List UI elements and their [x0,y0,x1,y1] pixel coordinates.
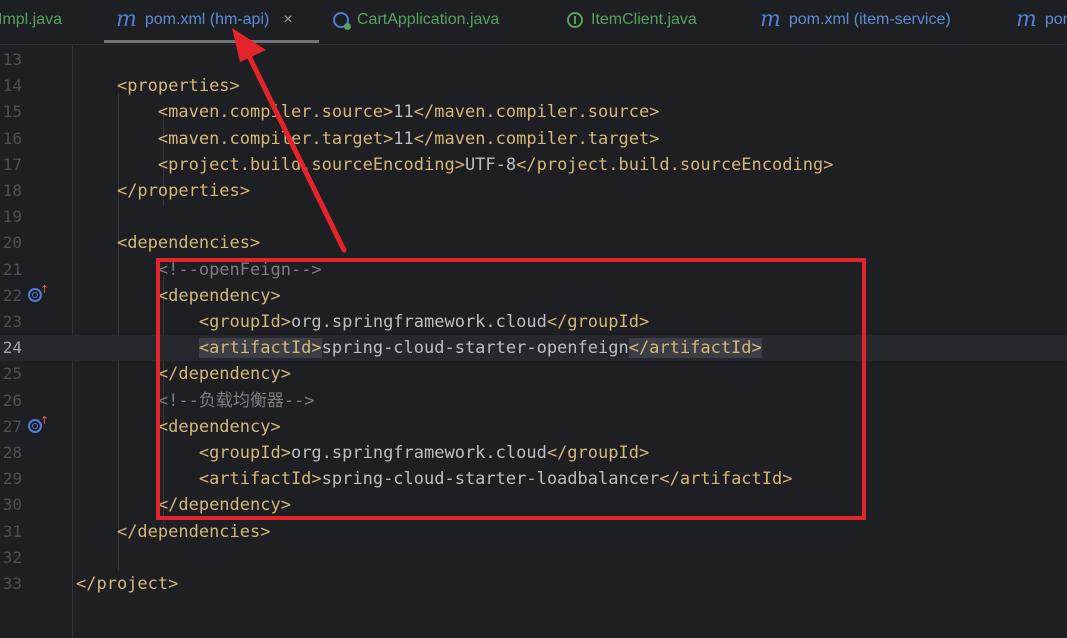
active-tab-indicator [104,40,319,43]
line-number: 25 [2,364,22,384]
code-text: <artifactId>spring-cloud-starter-openfei… [198,338,762,359]
tab-label: pom.xml (hm-api) [144,11,270,28]
tab-label: CartApplication.java [357,11,500,28]
tab-pom-overflow[interactable]: m pom [1016,0,1067,40]
editor-tab-bar: Impl.java m pom.xml (hm-api) × CartAppli… [0,0,1067,45]
maven-icon: m [1016,7,1037,32]
code-text: <dependency> [157,416,281,437]
tab-label: pom.xml (item-service) [788,11,951,28]
code-line[interactable]: 29 <artifactId>spring-cloud-starter-load… [0,466,1067,492]
code-line[interactable]: 22 ↑ <dependency> [0,283,1067,309]
line-number: 29 [2,469,22,489]
code-line[interactable]: 21 <!--openFeign--> [0,257,1067,283]
tab-impl-java[interactable]: Impl.java [0,0,62,40]
code-text: </dependencies> [116,521,271,542]
up-arrow-icon: ↑ [40,413,50,427]
code-line[interactable]: 13 [0,47,1067,73]
class-icon [333,12,351,30]
line-number: 21 [2,259,22,279]
code-line[interactable]: 24 <artifactId>spring-cloud-starter-open… [0,335,1067,362]
code-text: <groupId>org.springframework.cloud</grou… [198,312,650,332]
line-number: 31 [2,521,22,541]
line-number: 28 [2,443,22,462]
code-line[interactable]: 19 [0,204,1067,230]
code-line[interactable]: 28 <groupId>org.springframework.cloud</g… [0,440,1067,466]
code-text: </properties> [116,181,251,201]
code-text: </project> [76,574,179,594]
code-text: <properties> [116,76,240,97]
line-number: 30 [2,495,22,515]
code-line[interactable]: 30 </dependency> [0,492,1067,518]
code-line[interactable]: 14 <properties> [0,73,1067,99]
line-number: 22 [2,285,22,305]
code-line[interactable]: 26 <!--负载均衡器--> [0,388,1067,414]
code-line[interactable]: 23 <groupId>org.springframework.cloud</g… [0,309,1067,335]
code-text: <!--负载均衡器--> [157,390,315,411]
code-text: </dependency> [157,495,291,516]
code-line[interactable]: 15 <maven.compiler.source>11</maven.comp… [0,99,1067,125]
code-line[interactable]: 18 </properties> [0,178,1067,204]
up-arrow-icon: ↑ [40,282,50,296]
tab-label: ItemClient.java [591,11,697,28]
code-text: <maven.compiler.source>11</maven.compile… [157,102,660,123]
tab-item-client[interactable]: ItemClient.java [567,0,697,40]
code-line[interactable]: 16 <maven.compiler.target>11</maven.comp… [0,126,1067,152]
code-editor[interactable]: 13 14 <properties> 15 <maven.compiler.sour… [0,46,1067,638]
line-number: 19 [2,207,22,227]
code-text: <project.build.sourceEncoding>UTF-8</pro… [157,154,834,175]
line-number: 16 [2,128,22,148]
code-text: <dependencies> [116,233,261,254]
code-line[interactable]: 27 ↑ <dependency> [0,414,1067,440]
line-number: 18 [2,181,22,200]
tab-pom-item-service[interactable]: m pom.xml (item-service) [760,0,951,40]
code-text: <dependency> [157,285,281,306]
maven-icon: m [116,7,137,32]
close-icon[interactable]: × [283,1,292,39]
code-text: <artifactId>spring-cloud-starter-loadbal… [198,469,793,490]
tab-pom-hm-api[interactable]: m pom.xml (hm-api) × [116,0,293,40]
line-number: 26 [2,390,22,410]
line-number: 17 [2,154,22,174]
line-number: 23 [2,312,22,331]
code-line[interactable]: 20 <dependencies> [0,230,1067,256]
interface-icon [567,12,583,28]
code-line[interactable]: 17 <project.build.sourceEncoding>UTF-8</… [0,152,1067,178]
line-number: 13 [2,50,22,69]
code-text: <maven.compiler.target>11</maven.compile… [157,128,660,149]
line-number: 14 [2,76,22,96]
line-number: 24 [2,338,22,358]
line-number: 20 [2,233,22,253]
tab-label: pom [1044,11,1067,28]
line-number: 27 [2,416,22,436]
code-line[interactable]: 31 </dependencies> [0,519,1067,545]
code-line[interactable]: 32 [0,545,1067,571]
code-text: </dependency> [157,364,291,385]
line-number: 15 [2,102,22,122]
tab-label: Impl.java [0,11,63,28]
code-text: <!--openFeign--> [157,259,322,280]
line-number: 32 [2,547,22,567]
code-line[interactable]: 25 </dependency> [0,361,1067,387]
code-text: <groupId>org.springframework.cloud</grou… [198,443,650,463]
tab-cart-application[interactable]: CartApplication.java [333,0,499,40]
maven-icon: m [760,7,781,32]
line-number: 33 [2,574,22,593]
code-line[interactable]: 33 </project> [0,571,1067,597]
